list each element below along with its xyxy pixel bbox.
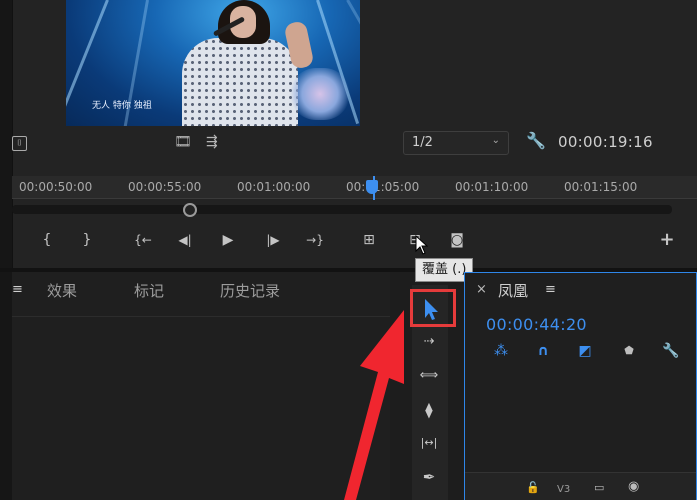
- annotation-arrow: [344, 310, 404, 500]
